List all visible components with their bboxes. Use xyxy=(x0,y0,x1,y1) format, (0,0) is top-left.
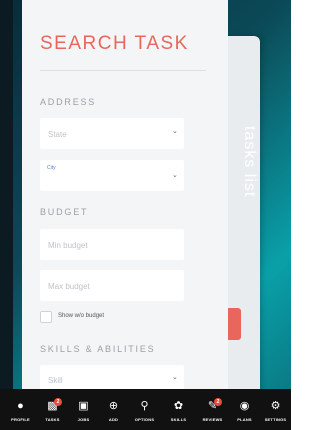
nav-label: PLANS xyxy=(237,417,252,422)
nav-jobs[interactable]: ▣ JOBS xyxy=(68,389,99,430)
nav-plans[interactable]: ◉ PLANS xyxy=(229,389,260,430)
show-without-budget-checkbox[interactable] xyxy=(40,311,52,323)
budget-heading: BUDGET xyxy=(40,207,89,217)
max-budget-placeholder: Max budget xyxy=(48,282,90,291)
max-budget-input[interactable]: Max budget xyxy=(40,270,184,301)
money-bag-icon: ◉ xyxy=(239,400,250,412)
search-gear-icon: ⚲ xyxy=(140,400,149,412)
nav-label: SETTINGS xyxy=(264,417,287,422)
city-label: City xyxy=(47,165,56,171)
nav-label: ADD xyxy=(108,417,119,422)
state-placeholder: State xyxy=(48,130,67,139)
nav-options[interactable]: ⚲ OPTIONS xyxy=(129,389,160,430)
bottom-nav: ● PROFILE ▩ 2 TASKS ▣ JOBS ⊕ ADD ⚲ OPTIO… xyxy=(0,389,291,430)
show-without-budget-label: Show w/o budget xyxy=(58,313,105,319)
nav-settings[interactable]: ⚙ SETTINGS xyxy=(260,389,291,430)
skills-heading: SKILLS & ABILITIES xyxy=(40,344,156,354)
nav-profile[interactable]: ● PROFILE xyxy=(5,389,36,430)
chevron-down-icon: ⌄ xyxy=(172,128,178,135)
tasks-list-tab-label: tasks list xyxy=(241,126,258,198)
drawer-handle[interactable] xyxy=(228,308,241,340)
title-divider xyxy=(40,70,206,71)
search-task-panel: SEARCH TASK ADDRESS State ⌄ City ⌄ BUDGE… xyxy=(22,0,228,392)
nav-label: OPTIONS xyxy=(134,417,155,422)
min-budget-input[interactable]: Min budget xyxy=(40,229,184,260)
reviews-badge: 2 xyxy=(214,398,222,406)
state-select[interactable]: State ⌄ xyxy=(40,118,184,149)
chevron-down-icon: ⌄ xyxy=(172,374,178,381)
skills-icon: ✿ xyxy=(173,400,184,412)
nav-label: SKILLS xyxy=(170,417,187,422)
nav-reviews[interactable]: ✎ 2 REVIEWS xyxy=(197,389,228,430)
left-edge-strip xyxy=(0,0,13,430)
min-budget-placeholder: Min budget xyxy=(48,241,88,250)
tasks-badge: 2 xyxy=(54,398,62,406)
nav-label: REVIEWS xyxy=(202,417,223,422)
skill-placeholder: Skill xyxy=(48,376,63,385)
gear-icon: ⚙ xyxy=(270,400,281,412)
person-icon: ● xyxy=(17,400,24,412)
nav-label: JOBS xyxy=(77,417,90,422)
briefcase-icon: ▣ xyxy=(78,400,89,412)
plus-circle-icon: ⊕ xyxy=(108,400,119,412)
skill-select[interactable]: Skill ⌄ xyxy=(40,365,184,392)
nav-skills[interactable]: ✿ SKILLS xyxy=(163,389,194,430)
page-title: SEARCH TASK xyxy=(40,33,189,54)
nav-label: TASKS xyxy=(45,417,60,422)
chevron-down-icon: ⌄ xyxy=(172,172,178,179)
city-select[interactable]: City ⌄ xyxy=(40,160,184,191)
app-background: tasks list SEARCH TASK ADDRESS State ⌄ C… xyxy=(0,0,291,430)
nav-label: PROFILE xyxy=(11,417,30,422)
nav-tasks[interactable]: ▩ 2 TASKS xyxy=(37,389,68,430)
nav-add[interactable]: ⊕ ADD xyxy=(98,389,129,430)
address-heading: ADDRESS xyxy=(40,97,97,107)
